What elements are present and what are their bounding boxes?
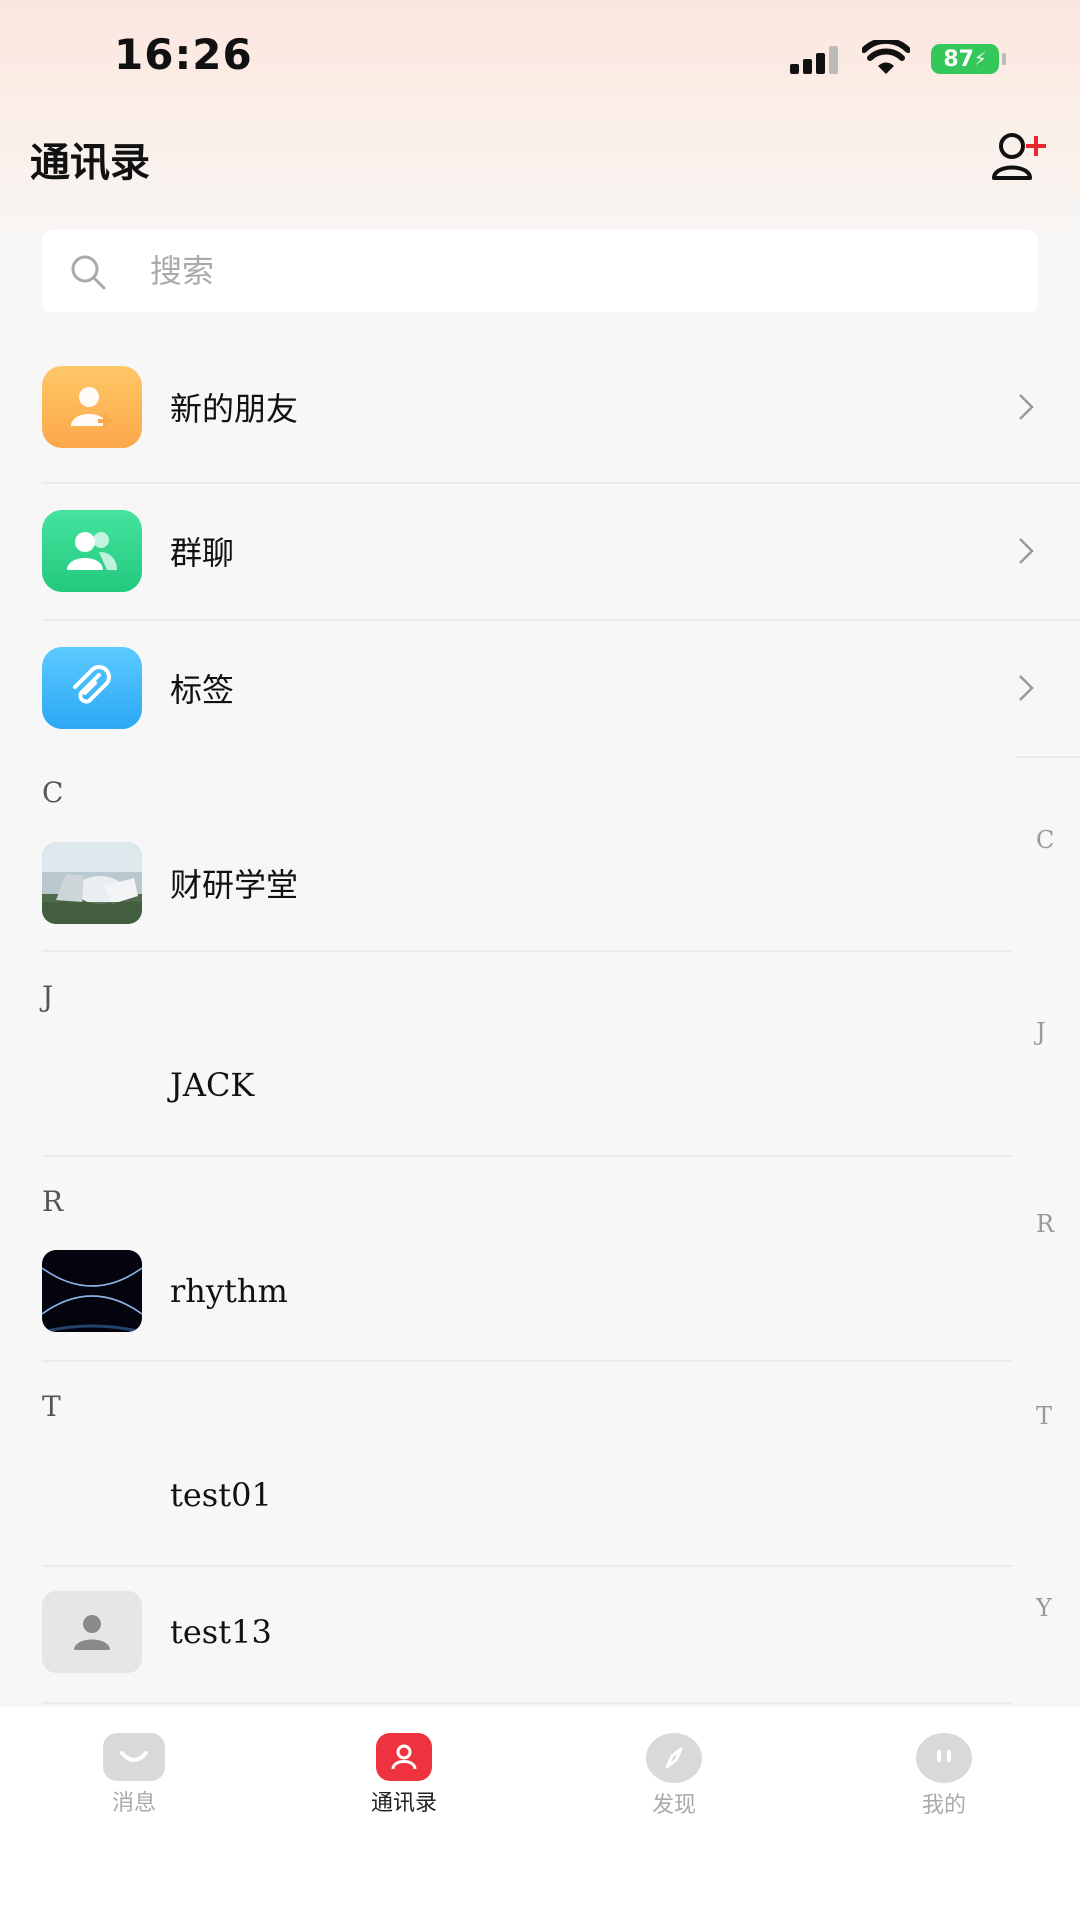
contact-row[interactable]: 财研学堂 xyxy=(42,833,1012,933)
contact-name: 财研学堂 xyxy=(170,866,299,904)
index-divider xyxy=(1016,756,1080,758)
contact-row[interactable]: test13 xyxy=(42,1582,1012,1682)
search-input[interactable] xyxy=(150,230,1010,312)
message-icon xyxy=(103,1733,165,1781)
section-header-r: R xyxy=(42,1185,64,1218)
contact-row[interactable]: JACK xyxy=(42,1035,1012,1135)
tab-label: 通讯录 xyxy=(370,1791,437,1816)
tab-profile[interactable]: 我的 xyxy=(874,1733,1014,1819)
default-avatar-icon xyxy=(42,1591,142,1673)
menu-label: 群聊 xyxy=(170,533,235,572)
section-header-c: C xyxy=(42,776,64,809)
contact-name: test13 xyxy=(170,1613,272,1651)
section-header-t: T xyxy=(42,1390,61,1423)
paperclip-icon xyxy=(42,646,142,729)
chevron-right-icon xyxy=(1019,393,1034,420)
search-bar[interactable] xyxy=(42,230,1038,312)
chevron-right-icon xyxy=(1019,537,1034,564)
index-letter-t[interactable]: T xyxy=(1036,1402,1052,1430)
tab-messages[interactable]: 消息 xyxy=(64,1733,204,1817)
index-letter-r[interactable]: R xyxy=(1036,1210,1054,1238)
divider xyxy=(42,1155,1012,1157)
divider xyxy=(42,1360,1012,1362)
divider xyxy=(42,1565,1012,1567)
avatar xyxy=(42,1250,142,1332)
avatar xyxy=(42,1044,142,1126)
avatar xyxy=(42,842,142,924)
add-friend-icon xyxy=(42,365,142,448)
contact-row[interactable]: rhythm xyxy=(42,1241,1012,1341)
menu-label: 新的朋友 xyxy=(170,389,299,428)
add-contact-icon[interactable] xyxy=(990,130,1050,186)
contact-name: JACK xyxy=(170,1066,255,1104)
tab-label: 我的 xyxy=(921,1793,966,1818)
tab-label: 发现 xyxy=(651,1793,696,1818)
battery-level: 87 xyxy=(943,46,974,72)
menu-new-friends[interactable]: 新的朋友 xyxy=(42,338,1038,475)
status-time: 16:26 xyxy=(114,30,253,79)
index-letter-j[interactable]: J xyxy=(1036,1018,1046,1046)
contact-row[interactable]: test01 xyxy=(42,1445,1012,1545)
avatar xyxy=(42,1454,142,1536)
group-icon xyxy=(42,509,142,592)
contact-name: test01 xyxy=(170,1476,272,1514)
battery-tip xyxy=(1002,53,1006,65)
page-title: 通讯录 xyxy=(30,140,150,186)
divider xyxy=(42,1702,1012,1704)
contacts-icon xyxy=(376,1733,432,1781)
chevron-right-icon xyxy=(1019,674,1034,701)
section-header-j: J xyxy=(42,980,54,1013)
battery-indicator: 87 ⚡ xyxy=(931,44,999,74)
wifi-icon xyxy=(862,40,910,74)
divider xyxy=(42,950,1012,952)
cellular-signal-icon xyxy=(790,46,842,74)
search-icon xyxy=(71,255,106,290)
status-bar: 16:26 87 ⚡ xyxy=(0,0,1080,110)
menu-tags[interactable]: 标签 xyxy=(42,619,1038,756)
index-letter-c[interactable]: C xyxy=(1036,826,1054,854)
contact-name: rhythm xyxy=(170,1272,288,1310)
profile-icon xyxy=(916,1733,972,1783)
bottom-tab-bar: 消息 通讯录 发现 我的 xyxy=(0,1707,1080,1920)
menu-group-chat[interactable]: 群聊 xyxy=(42,482,1038,619)
menu-label: 标签 xyxy=(170,670,235,709)
index-letter-y[interactable]: Y xyxy=(1036,1594,1052,1622)
tab-contacts[interactable]: 通讯录 xyxy=(334,1733,474,1817)
compass-icon xyxy=(646,1733,702,1783)
tab-label: 消息 xyxy=(111,1791,156,1816)
tab-discover[interactable]: 发现 xyxy=(604,1733,744,1819)
